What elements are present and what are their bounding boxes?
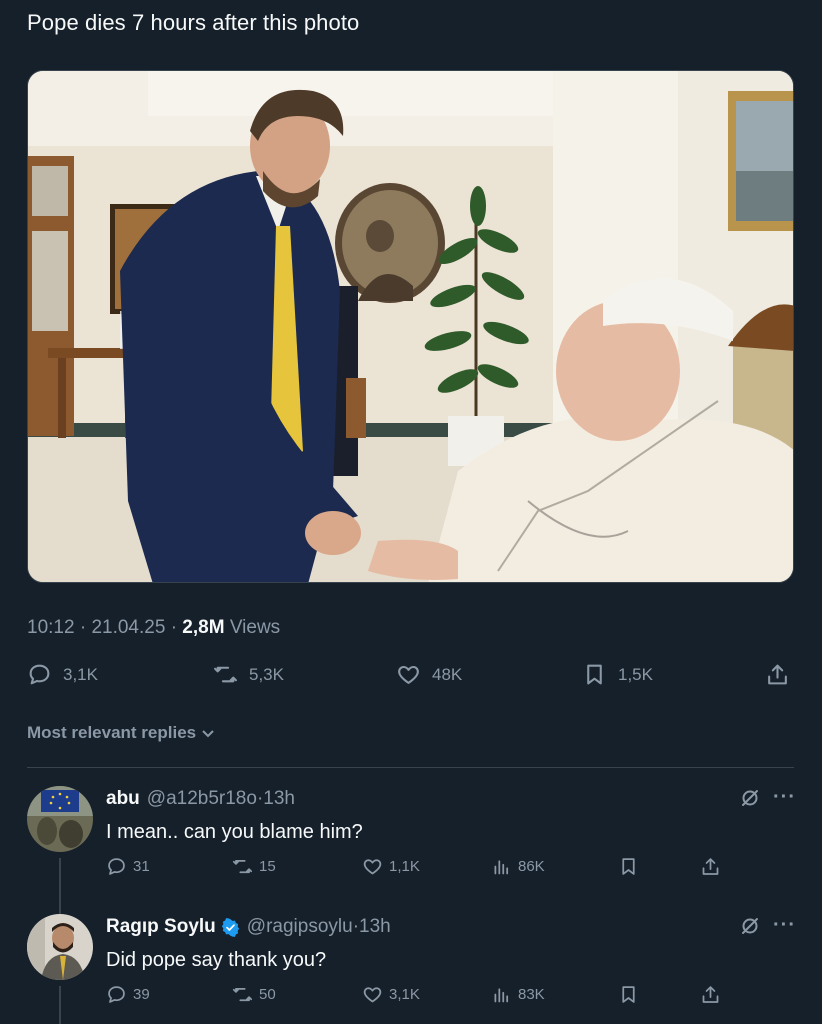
grok-icon (742, 918, 758, 934)
grok-button[interactable] (740, 916, 760, 941)
repost-count: 50 (259, 986, 276, 1003)
chevron-down-icon (202, 730, 214, 738)
analytics-icon (494, 860, 509, 875)
views-button[interactable]: 83K (491, 984, 545, 1005)
reply-age[interactable]: 13h (263, 788, 295, 810)
meta-separator: · (79, 617, 92, 638)
repost-icon (232, 987, 253, 1002)
bookmark-icon (587, 664, 602, 685)
tweet-meta: 10:12 · 21.04.25 · 2,8M Views (27, 617, 280, 639)
reply-icon (108, 858, 125, 875)
heart-icon (363, 859, 382, 875)
repost-count: 5,3K (249, 664, 284, 684)
repost-count: 15 (259, 858, 276, 875)
reply-header: abu @a12b5r18o · 13h (106, 788, 295, 810)
photo-illustration (28, 71, 793, 582)
reply-author-handle[interactable]: @a12b5r18o (147, 788, 257, 810)
reply-icon (29, 664, 50, 685)
views-count: 86K (518, 858, 545, 875)
reply-action-bar: 39 50 3,1K 83K (106, 984, 726, 1008)
reply-text: Did pope say thank you? (106, 949, 327, 971)
reply-count: 39 (133, 986, 150, 1003)
reply-age[interactable]: 13h (359, 916, 391, 938)
reply-count: 3,1K (63, 664, 98, 684)
grok-button[interactable] (740, 788, 760, 813)
share-icon (702, 858, 719, 875)
views-count: 2,8M (182, 617, 225, 638)
tweet-time[interactable]: 10:12 (27, 617, 75, 638)
share-icon (768, 664, 787, 685)
reply-action-bar: 31 15 1,1K 86K (106, 856, 726, 880)
tweet-text: Pope dies 7 hours after this photo (27, 10, 360, 35)
more-button[interactable]: ··· (773, 786, 796, 809)
tweet-photo[interactable] (27, 70, 794, 583)
share-button[interactable] (700, 856, 721, 877)
repost-icon (214, 666, 237, 683)
heart-icon (363, 987, 382, 1003)
more-button[interactable]: ··· (773, 914, 796, 937)
reply-text: I mean.. can you blame him? (106, 821, 363, 843)
reply-icon (108, 986, 125, 1003)
reply-button[interactable]: 3,1K (27, 662, 98, 687)
repost-icon (232, 859, 253, 874)
share-button[interactable] (700, 984, 721, 1005)
views-button[interactable]: 86K (491, 856, 545, 877)
avatar[interactable] (27, 786, 93, 852)
thread-line (59, 986, 61, 1024)
verified-badge-icon (221, 917, 239, 937)
bookmark-icon (622, 986, 635, 1003)
reply-item[interactable]: Ragıp Soylu @ragipsoylu · 13h ··· Did po… (0, 914, 822, 1024)
like-button[interactable]: 1,1K (362, 856, 420, 877)
reply-author-name[interactable]: abu (106, 788, 140, 810)
grok-icon (742, 790, 758, 806)
replies-sort-label: Most relevant replies (27, 723, 197, 742)
views-count: 83K (518, 986, 545, 1003)
repost-button[interactable]: 50 (232, 984, 276, 1005)
reply-count: 31 (133, 858, 150, 875)
avatar-image (27, 914, 93, 980)
share-button[interactable] (765, 662, 790, 687)
replies-sort-dropdown[interactable]: Most relevant replies (27, 723, 216, 743)
like-button[interactable]: 48K (396, 662, 462, 687)
views-label: Views (229, 617, 281, 638)
reply-header: Ragıp Soylu @ragipsoylu · 13h (106, 916, 391, 938)
repost-button[interactable]: 15 (232, 856, 276, 877)
reply-button[interactable]: 31 (106, 856, 150, 877)
like-count: 48K (432, 664, 463, 684)
tweet-action-bar: 3,1K 5,3K 48K 1,5K (27, 662, 794, 692)
like-button[interactable]: 3,1K (362, 984, 420, 1005)
heart-icon (398, 665, 419, 684)
bookmark-icon (622, 858, 635, 875)
analytics-icon (494, 988, 509, 1003)
thread-line (59, 858, 61, 915)
like-count: 3,1K (389, 986, 420, 1003)
reply-button[interactable]: 39 (106, 984, 150, 1005)
bookmark-button[interactable]: 1,5K (582, 662, 653, 687)
reply-item[interactable]: abu @a12b5r18o · 13h ··· I mean.. can yo… (0, 786, 822, 915)
divider (27, 767, 794, 768)
bookmark-button[interactable] (618, 856, 639, 877)
reply-author-name[interactable]: Ragıp Soylu (106, 916, 216, 938)
like-count: 1,1K (389, 858, 420, 875)
bookmark-count: 1,5K (618, 664, 653, 684)
bookmark-button[interactable] (618, 984, 639, 1005)
repost-button[interactable]: 5,3K (213, 662, 284, 687)
avatar-image (27, 786, 93, 852)
meta-separator: · (170, 617, 183, 638)
share-icon (702, 986, 719, 1003)
avatar[interactable] (27, 914, 93, 980)
reply-author-handle[interactable]: @ragipsoylu (247, 916, 353, 938)
tweet-date[interactable]: 21.04.25 (91, 617, 165, 638)
